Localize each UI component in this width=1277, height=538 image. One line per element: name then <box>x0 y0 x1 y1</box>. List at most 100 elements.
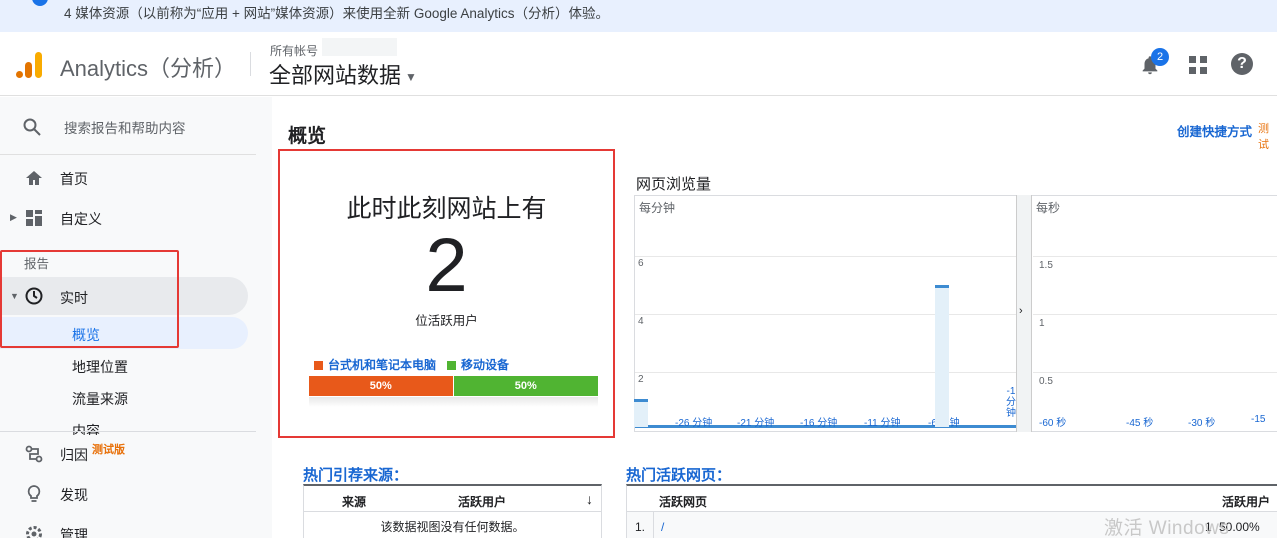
analytics-logo-icon <box>16 52 42 78</box>
legend-swatch <box>447 361 456 370</box>
y-tick-label: 4 <box>638 316 644 327</box>
active-users-title: 此时此刻网站上有 <box>346 195 547 223</box>
active-users-card: 此时此刻网站上有 2 位活跃用户 台式机和笔记本电脑 移动设备 50% 50% <box>278 149 615 438</box>
per-second-label: 每秒 <box>1036 201 1061 215</box>
column-header-active-users[interactable]: 活跃用户 <box>1222 493 1270 510</box>
left-nav: 搜索报告和帮助内容 首页 ▶ 自定义 报告 ▼ 实时 概览 地理位置 流量来源 … <box>0 97 272 538</box>
nav-divider <box>0 431 256 432</box>
windows-activation-watermark: 激活 Windows <box>1104 518 1230 538</box>
top-app-bar: Analytics（分析） 所有帐号 全部网站数据 ▼ 2 ? <box>0 32 1277 96</box>
pageview-bar[interactable] <box>634 398 648 427</box>
nav-item-label: 自定义 <box>60 211 102 227</box>
x-tick-label: -21 分钟 <box>737 418 775 429</box>
top-referrals-table: 来源 活跃用户 ↓ 该数据视图没有任何数据。 <box>303 484 602 538</box>
y-tick-label: 1 <box>1039 318 1045 329</box>
column-header-active-users[interactable]: 活跃用户 <box>458 493 506 510</box>
info-banner: 4 媒体资源（以前称为“应用 + 网站”媒体资源）来使用全新 Google An… <box>0 0 1277 32</box>
legend-mobile: 移动设备 <box>447 356 509 373</box>
x-tick-label: -26 分钟 <box>675 418 713 429</box>
pageview-bar[interactable] <box>934 284 949 427</box>
x-tick-label: -60 秒 <box>1039 418 1067 429</box>
create-shortcut-link[interactable]: 创建快捷方式 <box>1177 121 1252 140</box>
y-tick-label: 6 <box>638 258 644 269</box>
pageviews-chart: 每分钟 每秒 6 4 2 1.5 1 0.5 -26 分钟 -21 分钟 -16… <box>634 195 1277 432</box>
chevron-right-icon: › <box>1019 305 1023 317</box>
info-icon <box>32 0 48 6</box>
y-tick-label: 0.5 <box>1039 376 1053 387</box>
nav-item-customize[interactable]: ▶ 自定义 <box>0 199 256 235</box>
property-selector[interactable]: 全部网站数据 ▼ <box>269 58 417 90</box>
legend-label: 台式机和笔记本电脑 <box>328 358 437 372</box>
nav-item-home[interactable]: 首页 <box>0 159 256 195</box>
nav-item-discover[interactable]: 发现 <box>0 475 256 511</box>
x-tick-label: -11 分钟 <box>864 418 901 429</box>
nav-item-label: 首页 <box>60 171 88 187</box>
banner-text: 4 媒体资源（以前称为“应用 + 网站”媒体资源）来使用全新 Google An… <box>64 6 609 21</box>
legend-desktop: 台式机和笔记本电脑 <box>314 356 436 373</box>
attribution-icon <box>25 445 43 463</box>
column-header-active-page[interactable]: 活跃网页 <box>659 493 707 510</box>
legend-label: 移动设备 <box>461 358 510 372</box>
cell-divider <box>653 512 654 538</box>
apps-grid-icon[interactable] <box>1189 56 1207 74</box>
home-icon <box>26 171 42 185</box>
account-label: 所有帐号 <box>270 44 319 58</box>
y-tick-label: 1.5 <box>1039 260 1053 271</box>
top-referrals-title: 热门引荐来源： <box>303 467 409 484</box>
x-tick-label: -16 分钟 <box>800 418 838 429</box>
dashboard-icon <box>26 210 42 226</box>
beta-badge: 测试版 <box>92 444 125 456</box>
gridline <box>1033 314 1277 315</box>
nav-item-label: 管理 <box>60 527 88 538</box>
split-bar-shadow <box>309 397 598 407</box>
nav-item-attribution[interactable]: 归因 测试版 <box>0 435 256 471</box>
per-minute-label: 每分钟 <box>639 201 676 215</box>
pageviews-title: 网页浏览量 <box>636 176 712 193</box>
expand-arrow-icon: ▶ <box>10 212 17 222</box>
legend-swatch <box>314 361 323 370</box>
chevron-down-icon: ▼ <box>405 70 417 85</box>
notification-count-badge: 2 <box>1151 48 1169 66</box>
nav-item-admin[interactable]: 管理 <box>0 515 256 538</box>
row-rank: 1. <box>635 520 646 534</box>
x-tick-label: -30 秒 <box>1188 418 1216 429</box>
gridline <box>1033 372 1277 373</box>
sort-down-icon[interactable]: ↓ <box>586 491 593 507</box>
active-users-count: 2 <box>425 223 468 308</box>
chart-divider[interactable]: › <box>1016 195 1032 432</box>
page-title: 概览 <box>288 126 327 147</box>
nav-subitem-traffic[interactable]: 流量来源 <box>72 389 128 409</box>
device-split-bar: 50% 50% <box>309 376 598 396</box>
help-icon[interactable]: ? <box>1231 53 1253 75</box>
gear-icon <box>26 526 42 538</box>
empty-message: 该数据视图没有任何数据。 <box>380 520 525 534</box>
x-tick-label: -15 <box>1251 414 1266 425</box>
column-header-source[interactable]: 来源 <box>342 493 366 510</box>
property-name: 全部网站数据 <box>269 63 402 88</box>
title-divider <box>250 52 251 76</box>
split-segment: 50% <box>453 376 598 396</box>
active-users-subtitle: 位活跃用户 <box>415 314 478 328</box>
nav-item-label: 发现 <box>60 487 88 503</box>
nav-search[interactable]: 搜索报告和帮助内容 <box>0 97 256 155</box>
nav-item-label: 归因 <box>60 447 88 463</box>
nav-subitem-geo[interactable]: 地理位置 <box>72 357 128 377</box>
split-segment: 50% <box>309 376 453 396</box>
page-path-link[interactable]: / <box>661 520 664 534</box>
lightbulb-icon <box>27 485 41 502</box>
app-title[interactable]: Analytics（分析） <box>60 51 236 83</box>
gridline <box>635 372 1016 373</box>
main-content: 概览 创建快捷方式 测试 此时此刻网站上有 2 位活跃用户 台式机和笔记本电脑 … <box>272 97 1277 538</box>
gridline <box>1033 256 1277 257</box>
shortcut-beta-badge: 测试 <box>1258 123 1269 151</box>
x-tick-label: -45 秒 <box>1126 418 1154 429</box>
y-tick-label: 2 <box>638 374 644 385</box>
gridline <box>635 314 1016 315</box>
search-icon <box>23 118 41 136</box>
search-placeholder: 搜索报告和帮助内容 <box>64 121 186 136</box>
row-divider <box>304 511 601 512</box>
highlight-box <box>0 250 179 348</box>
account-name-redacted <box>322 38 397 56</box>
top-pages-title: 热门活跃网页： <box>626 467 732 484</box>
gridline <box>635 256 1016 257</box>
